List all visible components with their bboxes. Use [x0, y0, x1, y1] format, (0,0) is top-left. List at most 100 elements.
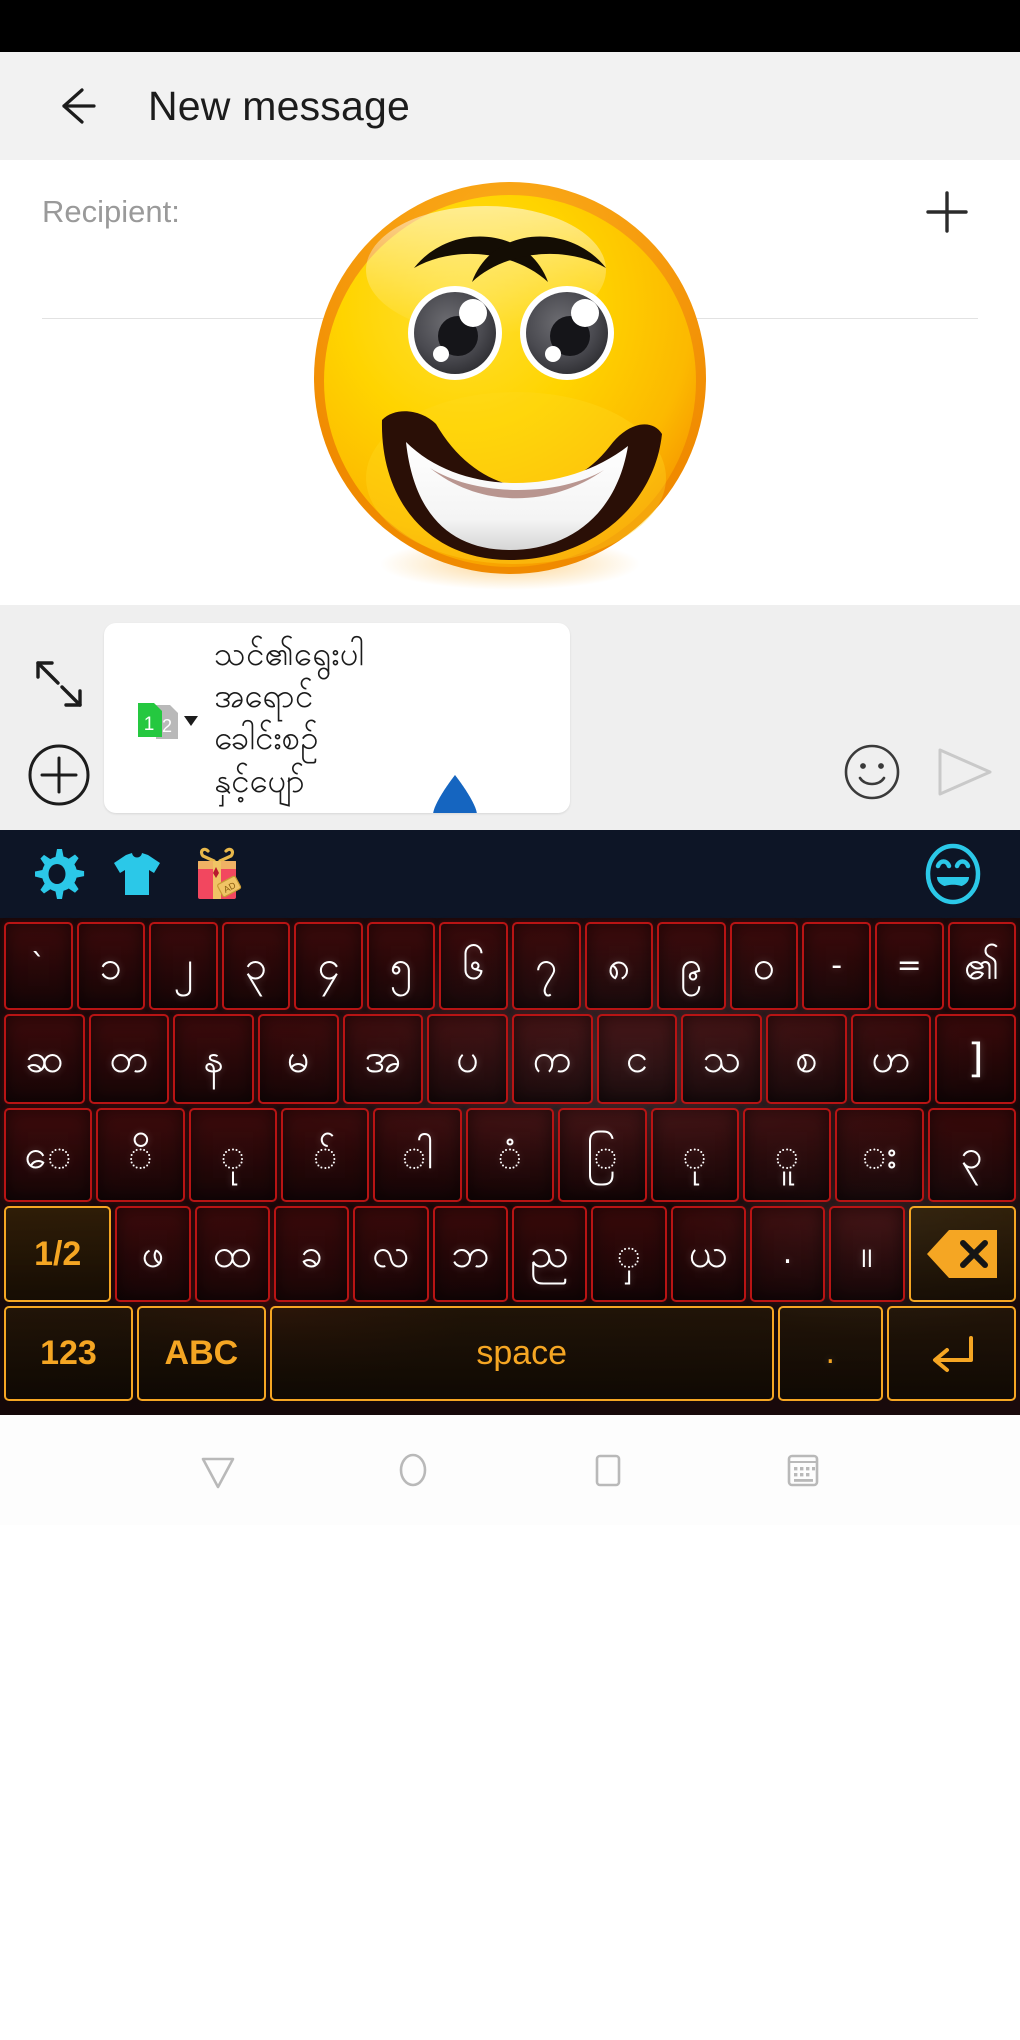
key-char-2-7[interactable]: ု	[650, 1108, 739, 1202]
key-char-0-1[interactable]: ၁	[76, 922, 146, 1010]
key-abc[interactable]: ABC	[136, 1306, 266, 1401]
key-char-1-0[interactable]: ဆ	[4, 1014, 85, 1104]
key-label: ည	[530, 1231, 569, 1277]
key-label: 123	[40, 1334, 97, 1372]
key-space[interactable]: space	[269, 1306, 774, 1401]
keyboard-icon	[787, 1454, 818, 1487]
nav-keyboard-button[interactable]	[772, 1439, 834, 1501]
key-char-0-6[interactable]: ၆	[439, 922, 509, 1010]
key-char-1-2[interactable]: န	[173, 1014, 255, 1104]
key-char-0-8[interactable]: ၈	[584, 922, 654, 1010]
key-char-3-1[interactable]: ဖ	[115, 1206, 191, 1302]
nav-recents-button[interactable]	[577, 1439, 639, 1501]
add-contact-button[interactable]	[918, 183, 976, 241]
key-label: ေ	[24, 1132, 72, 1178]
smiley-icon	[844, 744, 900, 800]
key-char-0-4[interactable]: ၄	[294, 922, 363, 1010]
key-char-3-9[interactable]: .	[749, 1206, 826, 1302]
key-char-1-3[interactable]: မ	[258, 1014, 339, 1104]
keyboard-gift-button[interactable]: AD	[186, 843, 248, 905]
key-label: ု	[682, 1132, 708, 1178]
key-char-2-1[interactable]: ိ	[96, 1108, 185, 1202]
key-char-0-12[interactable]: =	[874, 922, 944, 1010]
key-char-0-10[interactable]: ၀	[729, 922, 799, 1010]
key-char-3-2[interactable]: ထ	[194, 1206, 271, 1302]
key-char-0-0[interactable]: `	[4, 922, 73, 1010]
key-char-3-3[interactable]: ခ	[274, 1206, 350, 1302]
key-char-1-11[interactable]: ]	[935, 1014, 1017, 1104]
key-backspace[interactable]	[908, 1206, 1016, 1302]
key-label: ပ	[456, 1036, 480, 1082]
message-line: သင်၏ရွေးပါ	[214, 634, 365, 673]
key-char-0-3[interactable]: ၃	[221, 922, 291, 1010]
key-char-2-8[interactable]: ူ	[742, 1108, 832, 1202]
key-label: ါ	[401, 1132, 434, 1178]
key-label: စ	[795, 1036, 818, 1082]
expand-collapse-button[interactable]	[28, 653, 90, 715]
expand-collapse-icon	[36, 661, 82, 707]
key-label: ၃	[960, 1132, 984, 1178]
key-char-1-5[interactable]: ပ	[427, 1014, 509, 1104]
message-text-field[interactable]: 2 1 သင်၏ရွေးပါ အရောင် ခေါင်းစဉ် နှင့်ပျေ…	[104, 623, 570, 813]
key-char-2-5[interactable]: ံ	[465, 1108, 555, 1202]
key-char-1-4[interactable]: အ	[342, 1014, 424, 1104]
key-char-2-3[interactable]: ်	[281, 1108, 370, 1202]
key-label: ခ	[300, 1231, 323, 1277]
key-char-3-4[interactable]: လ	[353, 1206, 429, 1302]
key-char-0-9[interactable]: ၉	[657, 922, 726, 1010]
key-char-1-9[interactable]: စ	[766, 1014, 847, 1104]
key-char-0-2[interactable]: ၂	[149, 922, 218, 1010]
key-label: လ	[372, 1231, 410, 1277]
app-bar: New message	[0, 52, 1020, 160]
key-char-3-8[interactable]: ယ	[670, 1206, 746, 1302]
key-label: .	[782, 1236, 793, 1271]
status-bar	[0, 0, 1020, 52]
key-char-1-1[interactable]: တ	[88, 1014, 170, 1104]
key-char-2-2[interactable]: ု	[188, 1108, 278, 1202]
key-label: န	[203, 1036, 225, 1082]
key-label: ံ	[497, 1132, 523, 1178]
send-button[interactable]	[932, 742, 998, 802]
key-char-1-10[interactable]: ဟ	[850, 1014, 932, 1104]
page-title: New message	[148, 82, 410, 129]
smiling-face-sticker-icon	[314, 182, 706, 590]
key-char-0-7[interactable]: ၇	[512, 922, 581, 1010]
key-char-2-0[interactable]: ေ	[4, 1108, 93, 1202]
key-char-2-4[interactable]: ါ	[373, 1108, 462, 1202]
key-char-3-10[interactable]: ။	[829, 1206, 905, 1302]
key-char-4-3[interactable]: .	[777, 1306, 884, 1401]
nav-home-button[interactable]	[382, 1439, 444, 1501]
keyboard-row-shift: 1/2 ဖ ထ ခ လဘညှ ယ. ။	[0, 1204, 1020, 1304]
key-char-1-8[interactable]: သ	[681, 1014, 763, 1104]
key-char-2-9[interactable]: း	[835, 1108, 924, 1202]
key-label: အ	[364, 1036, 402, 1082]
keyboard-row-bottom: 123 ABC space.	[0, 1304, 1020, 1405]
key-char-0-11[interactable]: -	[802, 922, 871, 1010]
recents-square-icon	[595, 1454, 620, 1487]
back-button[interactable]	[48, 78, 104, 134]
key-1/2[interactable]: 1/2	[4, 1206, 112, 1302]
emoji-button[interactable]	[842, 742, 902, 802]
key-label: တ	[109, 1036, 149, 1082]
send-icon	[938, 748, 992, 796]
keyboard-settings-button[interactable]	[26, 843, 88, 905]
key-123[interactable]: 123	[4, 1306, 133, 1401]
key-char-2-10[interactable]: ၃	[927, 1108, 1016, 1202]
keyboard-theme-button[interactable]	[106, 843, 168, 905]
key-char-3-5[interactable]: ဘ	[432, 1206, 508, 1302]
key-enter[interactable]	[887, 1306, 1016, 1401]
key-char-0-5[interactable]: ၅	[366, 922, 436, 1010]
key-label: -	[831, 948, 843, 983]
message-text: သင်၏ရွေးပါ အရောင် ခေါင်းစဉ် နှင့်ပျော်	[214, 633, 562, 813]
key-char-1-6[interactable]: က	[512, 1014, 593, 1104]
key-char-3-7[interactable]: ှ	[591, 1206, 667, 1302]
key-char-3-6[interactable]: ည	[511, 1206, 588, 1302]
emoji-keyboard-button[interactable]	[920, 841, 986, 907]
nav-back-button[interactable]	[187, 1439, 249, 1501]
add-attachment-button[interactable]	[26, 742, 92, 808]
key-char-2-6[interactable]: ြ	[558, 1108, 647, 1202]
sim-selector[interactable]: 2 1	[130, 699, 200, 745]
compose-area: Recipient:	[0, 160, 1020, 605]
key-char-0-13[interactable]: ၏	[947, 922, 1017, 1010]
key-char-1-7[interactable]: င	[596, 1014, 678, 1104]
